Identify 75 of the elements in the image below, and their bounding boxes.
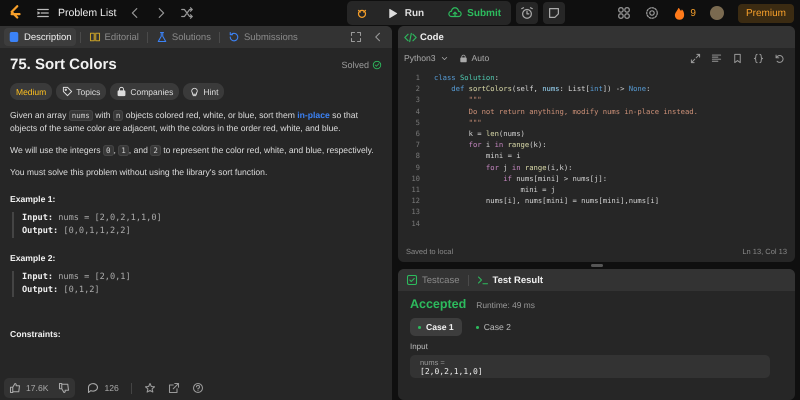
timer-button[interactable] bbox=[516, 2, 538, 24]
panel-tab[interactable]: Submissions bbox=[224, 28, 302, 46]
panel-tab[interactable]: Editorial bbox=[84, 28, 143, 46]
fire-icon bbox=[673, 6, 686, 20]
run-button[interactable]: Run bbox=[378, 8, 432, 18]
braces-icon[interactable] bbox=[753, 52, 764, 64]
reset-icon[interactable] bbox=[774, 52, 785, 64]
bookmark-icon[interactable] bbox=[732, 52, 743, 64]
notes-button[interactable] bbox=[543, 2, 566, 24]
premium-button[interactable]: Premium bbox=[738, 4, 794, 22]
tag-button[interactable]: Hint bbox=[183, 83, 224, 100]
star-icon[interactable] bbox=[144, 382, 156, 394]
check-circle-icon bbox=[372, 60, 382, 70]
lock-icon bbox=[116, 86, 128, 97]
panel-tab[interactable]: Testcase bbox=[402, 271, 464, 289]
format-icon[interactable] bbox=[711, 52, 722, 64]
comments-button[interactable]: 126 bbox=[87, 382, 119, 394]
streak-counter[interactable]: 9 bbox=[673, 6, 696, 20]
history-icon bbox=[228, 31, 240, 43]
tag-icon bbox=[62, 86, 74, 97]
case-tab[interactable]: Case 1 bbox=[410, 318, 462, 336]
auto-mode-label[interactable]: Auto bbox=[458, 53, 490, 63]
document-icon bbox=[8, 31, 20, 43]
expand-icon[interactable] bbox=[690, 52, 701, 64]
share-icon[interactable] bbox=[168, 382, 180, 394]
verdict-label: Accepted bbox=[410, 297, 466, 311]
avatar[interactable] bbox=[710, 6, 724, 20]
example-line: Input: nums = [2,0,2,1,1,0] bbox=[22, 212, 163, 225]
in-place-link[interactable]: in-place bbox=[297, 110, 330, 120]
like-button[interactable]: 17.6K bbox=[4, 378, 54, 398]
runtime-label: Runtime: 49 ms bbox=[476, 300, 535, 310]
tag-button[interactable]: Companies bbox=[110, 83, 180, 100]
solved-label: Solved bbox=[341, 60, 369, 70]
note-icon bbox=[547, 6, 562, 20]
cloud-upload-icon bbox=[448, 6, 462, 20]
thumbs-down-icon bbox=[58, 382, 70, 394]
alarm-clock-icon bbox=[520, 6, 534, 20]
panel-tab[interactable]: Test Result bbox=[472, 271, 548, 289]
difficulty-tag[interactable]: Medium bbox=[10, 83, 52, 100]
code-icon bbox=[404, 30, 417, 44]
code-tab[interactable]: Code bbox=[402, 30, 446, 44]
lightbulb-icon bbox=[189, 86, 200, 97]
example-heading: Example 1: bbox=[10, 194, 56, 204]
case-tab[interactable]: Case 2 bbox=[468, 318, 519, 336]
fullscreen-icon[interactable] bbox=[350, 31, 362, 43]
input-label: Input bbox=[410, 342, 429, 351]
book-icon bbox=[88, 31, 101, 43]
help-icon[interactable] bbox=[192, 382, 204, 394]
settings-icon[interactable] bbox=[645, 6, 660, 20]
grid-icon[interactable] bbox=[617, 6, 632, 20]
flask-icon bbox=[156, 31, 168, 43]
shuffle-icon[interactable] bbox=[180, 6, 194, 20]
example-line: Output: [0,0,1,1,2,2] bbox=[22, 225, 132, 238]
resize-handle[interactable] bbox=[590, 264, 602, 267]
streak-count: 9 bbox=[690, 8, 696, 18]
language-dropdown[interactable]: Python3 bbox=[404, 53, 449, 63]
list-icon bbox=[36, 6, 50, 20]
problem-title: 75. Sort Colors bbox=[10, 56, 117, 73]
lock-icon bbox=[458, 54, 468, 62]
panel-tab[interactable]: Solutions bbox=[152, 28, 215, 46]
description-paragraph: You must solve this problem without using the library's sort function. bbox=[10, 166, 268, 179]
comment-icon bbox=[87, 382, 100, 394]
example-heading: Example 2: bbox=[10, 253, 56, 263]
play-icon bbox=[386, 8, 398, 18]
constraints-heading: Constraints: bbox=[10, 329, 62, 339]
checkbox-icon bbox=[406, 274, 418, 286]
tag-button[interactable]: Topics bbox=[56, 83, 106, 100]
input-value: [2,0,2,1,1,0] bbox=[420, 367, 484, 376]
example-line: Output: [0,1,2] bbox=[22, 284, 101, 297]
problem-list-button[interactable]: Problem List bbox=[36, 6, 116, 20]
submit-button[interactable]: Submit bbox=[442, 3, 508, 23]
terminal-icon bbox=[476, 274, 488, 286]
panel-tab[interactable]: Description bbox=[4, 28, 76, 46]
example-line: Input: nums = [2,0,1] bbox=[22, 271, 132, 284]
thumbs-up-icon bbox=[9, 382, 21, 394]
